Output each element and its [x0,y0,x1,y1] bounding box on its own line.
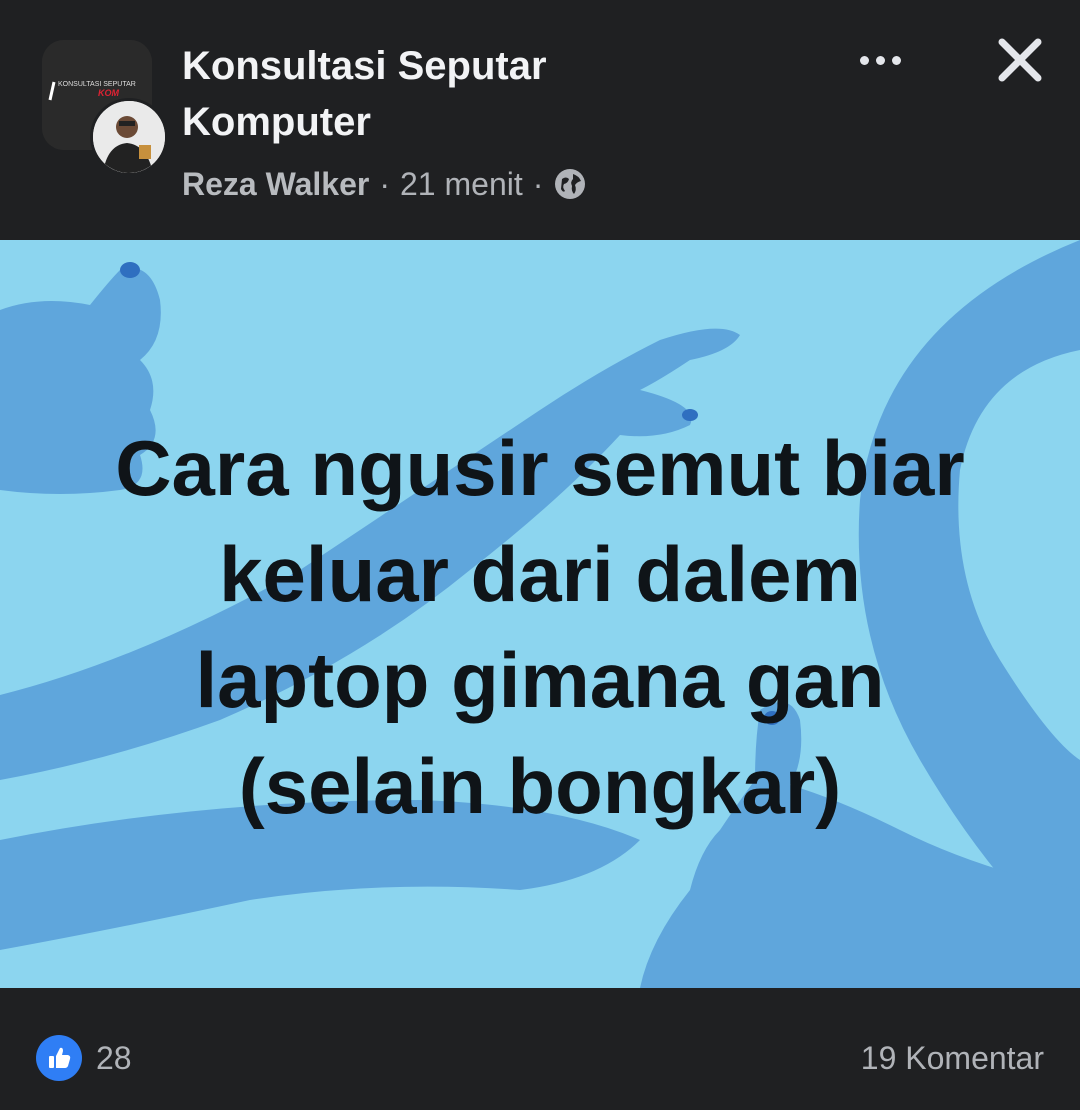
reaction-count[interactable]: 28 [96,1036,132,1080]
group-avatar-lettering: KONSULTASI SEPUTAR [58,81,136,88]
more-options-icon[interactable] [850,40,910,80]
author-name[interactable]: Reza Walker [182,166,369,203]
post-meta: Reza Walker · 21 menit · [182,162,587,206]
post-background-image[interactable]: Cara ngusir semut biar keluar dari dalem… [0,240,1080,988]
meta-separator: · [532,165,544,202]
post-body-text: Cara ngusir semut biar keluar dari dalem… [115,424,965,830]
user-avatar[interactable] [90,98,168,176]
meta-separator: · [379,165,390,202]
globe-icon [555,169,586,199]
group-name[interactable]: Konsultasi Seputar Komputer [182,38,742,150]
comment-count[interactable]: 19 Komentar [861,1036,1044,1080]
svg-text:KOM: KOM [98,88,120,98]
thumbs-up-icon[interactable] [36,1035,82,1081]
post-header: KONSULTASI SEPUTAR KOM Konsultasi Seputa… [0,0,1080,240]
post-time[interactable]: 21 menit [400,166,523,203]
close-icon[interactable] [990,30,1050,90]
